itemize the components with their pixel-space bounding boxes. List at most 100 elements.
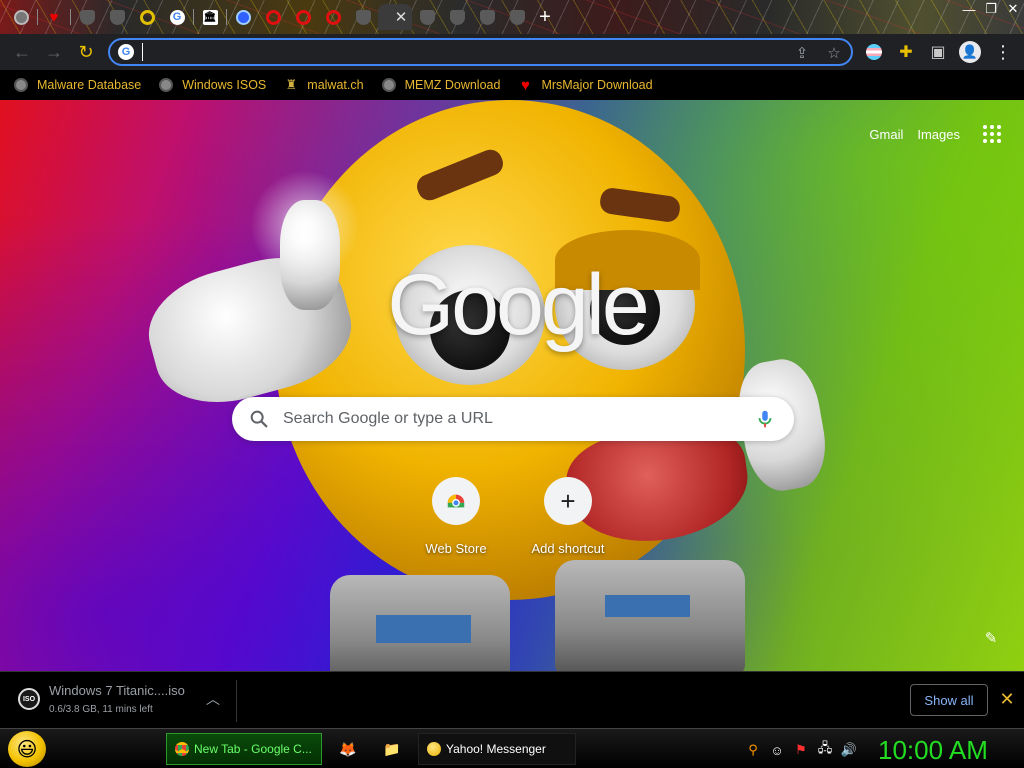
download-item[interactable]: ISO Windows 7 Titanic....iso 0.6/3.8 GB,… [12, 680, 236, 722]
new-tab-button[interactable]: + [532, 4, 558, 30]
download-separator [236, 680, 237, 722]
red-ring-icon [295, 9, 311, 25]
bookmark-malware-database[interactable]: Malware Database [14, 73, 141, 97]
tab[interactable] [102, 4, 132, 30]
bookmark-label: Windows ISOS [182, 78, 267, 92]
taskbar: 😃 New Tab - Google C... 🦊 📁 Yahoo! Messe… [0, 728, 1024, 768]
tab[interactable] [502, 4, 532, 30]
tab[interactable] [132, 4, 162, 30]
close-icon[interactable]: ✕ [392, 8, 410, 26]
shield-icon [449, 9, 465, 25]
search-input[interactable] [283, 409, 743, 429]
kebab-menu-icon[interactable]: ⋮ [992, 41, 1014, 63]
network-icon[interactable]: 🖧 [816, 740, 834, 759]
download-shelf: ISO Windows 7 Titanic....iso 0.6/3.8 GB,… [0, 671, 1024, 728]
chevron-up-icon[interactable]: ︿ [204, 690, 222, 708]
minimize-button[interactable]: — [958, 0, 980, 18]
tab-list: ♥ G 🏛 ✕ + [6, 4, 558, 30]
tab[interactable] [412, 4, 442, 30]
bookmark-malwatch[interactable]: ♜ malwat.ch [284, 73, 363, 97]
tab[interactable] [318, 4, 348, 30]
bookmark-label: malwat.ch [307, 78, 364, 92]
tab[interactable]: 🏛 [195, 4, 225, 30]
shield-icon [79, 9, 95, 25]
trans-flag-icon [866, 44, 882, 60]
close-icon[interactable]: ✕ [996, 688, 1018, 710]
tab-separator [226, 9, 227, 25]
bookmark-label: MrsMajor Download [541, 78, 653, 92]
window-close-button[interactable]: ✕ [1002, 0, 1024, 18]
task-yahoo-messenger[interactable]: Yahoo! Messenger [418, 733, 576, 765]
search-icon[interactable]: ⚲ [744, 741, 762, 759]
bookmarks-bar: Malware Database Windows ISOS ♜ malwat.c… [0, 70, 1024, 100]
bookmark-mrsmajor-download[interactable]: ♥ MrsMajor Download [518, 73, 653, 97]
show-all-button[interactable]: Show all [910, 684, 988, 716]
tab[interactable] [288, 4, 318, 30]
bookmark-windows-isos[interactable]: Windows ISOS [159, 73, 266, 97]
tab[interactable] [228, 4, 258, 30]
shortcut-add[interactable]: + Add shortcut [512, 475, 624, 561]
gmail-link[interactable]: Gmail [869, 127, 903, 142]
browser-toolbar: ← → ↻ G ⇪ ☆ ✚ ▣ 👤 ⋮ [0, 34, 1024, 70]
customize-pencil-icon[interactable]: ✎ [982, 629, 1000, 647]
bookmark-label: MEMZ Download [404, 78, 501, 92]
tab[interactable]: ♥ [39, 4, 69, 30]
messenger-tray-icon[interactable]: ☺ [768, 741, 786, 759]
task-label: New Tab - Google C... [194, 742, 312, 756]
shield-icon [419, 9, 435, 25]
side-panel-icon[interactable]: ▣ [927, 41, 949, 63]
address-input[interactable] [142, 43, 782, 61]
bookmark-label: Malware Database [37, 78, 142, 92]
volume-icon[interactable]: 🔊 [840, 741, 858, 759]
avatar-icon: 👤 [959, 41, 981, 63]
search-box[interactable] [232, 397, 794, 441]
profile-flag-icon[interactable] [863, 41, 885, 63]
yellow-ring-icon [139, 9, 155, 25]
shortcut-tile [432, 477, 480, 525]
firefox-icon[interactable]: 🦊 [338, 739, 358, 759]
tab[interactable]: G [162, 4, 192, 30]
back-button[interactable]: ← [10, 40, 34, 64]
tab[interactable] [6, 4, 36, 30]
shortcut-tile: + [544, 477, 592, 525]
tab[interactable] [72, 4, 102, 30]
blue-globe-icon [235, 9, 251, 25]
download-filename: Windows 7 Titanic....iso [49, 683, 185, 698]
action-center-flag-icon[interactable]: ⚑ [792, 741, 810, 759]
tab-strip: ♥ G 🏛 ✕ + — ❐ ✕ [0, 0, 1024, 34]
start-button[interactable]: 😃 [8, 731, 46, 767]
tab-separator [37, 9, 38, 25]
emoji-right-shoe-stripe [605, 595, 690, 617]
bookmark-memz-download[interactable]: MEMZ Download [381, 73, 501, 97]
tab[interactable] [442, 4, 472, 30]
images-link[interactable]: Images [917, 127, 960, 142]
iso-file-icon: ISO [18, 688, 40, 710]
clock[interactable]: 10:00 AM [878, 733, 988, 767]
window-controls: — ❐ ✕ [958, 0, 1024, 18]
microphone-icon[interactable] [754, 408, 776, 430]
maximize-button[interactable]: ❐ [980, 0, 1002, 18]
shortcut-web-store[interactable]: Web Store [400, 475, 512, 561]
tab-separator [193, 9, 194, 25]
omnibox[interactable]: G ⇪ ☆ [108, 38, 853, 66]
heart-icon: ♥ [49, 8, 59, 26]
share-icon[interactable]: ⇪ [792, 43, 812, 63]
google-logo: Google [387, 257, 649, 353]
reload-button[interactable]: ↻ [74, 40, 98, 64]
apps-grid-icon[interactable] [980, 122, 1004, 146]
extensions-icon[interactable]: ✚ [895, 41, 917, 63]
forward-button[interactable]: → [42, 40, 66, 64]
task-chrome[interactable]: New Tab - Google C... [166, 733, 322, 765]
tab[interactable] [258, 4, 288, 30]
folder-icon[interactable]: 📁 [382, 739, 402, 759]
tab-separator [70, 9, 71, 25]
emoji-sparkle [250, 170, 360, 280]
profile-button[interactable]: 👤 [959, 41, 981, 63]
star-icon[interactable]: ☆ [824, 43, 844, 63]
tab[interactable] [348, 4, 378, 30]
shortcut-label: Add shortcut [531, 541, 605, 556]
tab[interactable] [472, 4, 502, 30]
globe-icon [13, 9, 29, 25]
tab-active[interactable]: ✕ [378, 4, 412, 30]
ntp-top-links: Gmail Images [869, 122, 1024, 146]
